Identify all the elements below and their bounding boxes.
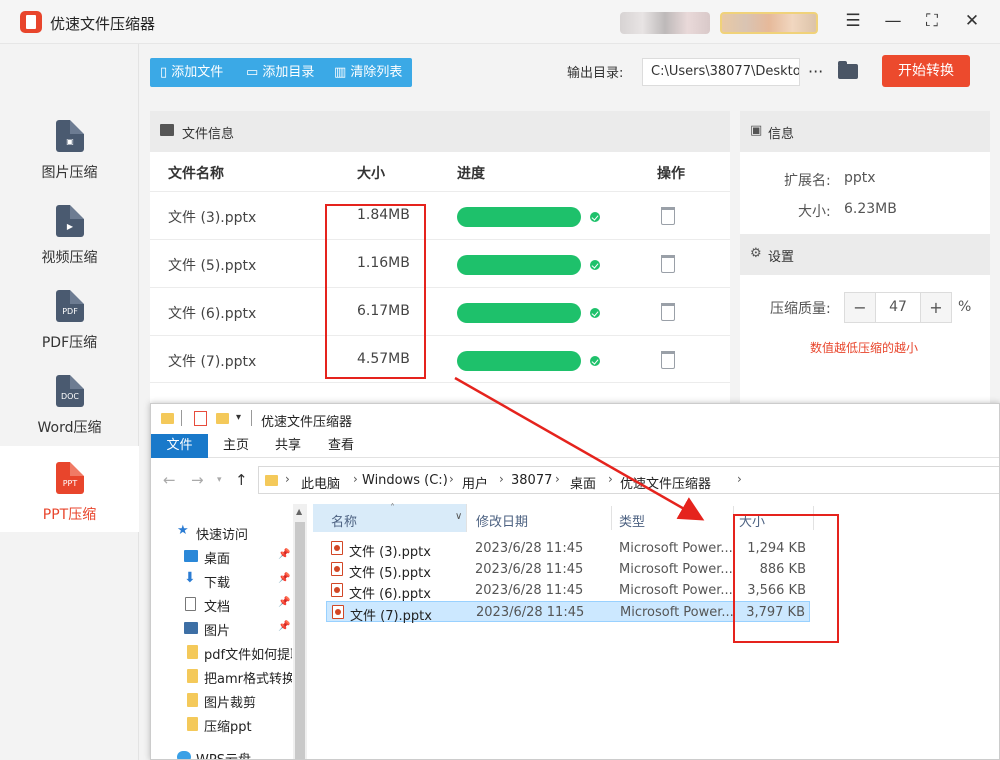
annotation-arrow [454, 376, 705, 521]
